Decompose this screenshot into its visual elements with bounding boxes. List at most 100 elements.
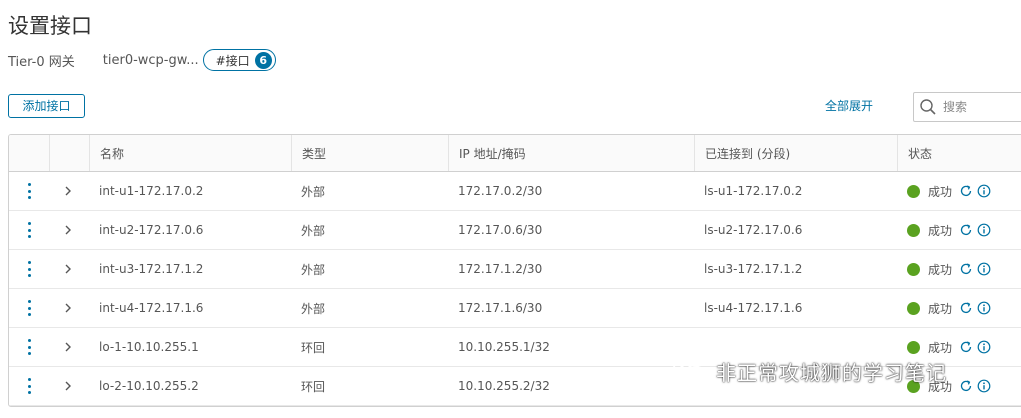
column-header-type[interactable]: 类型 xyxy=(291,135,448,171)
table-row[interactable]: int-u4-172.17.1.6 外部 172.17.1.6/30 ls-u4… xyxy=(9,289,1021,328)
row-menu-cell xyxy=(9,300,49,316)
table-row[interactable]: int-u2-172.17.0.6 外部 172.17.0.6/30 ls-u2… xyxy=(9,211,1021,250)
refresh-icon[interactable] xyxy=(959,301,973,315)
cell-ip: 172.17.0.6/30 xyxy=(458,223,543,237)
table-row[interactable]: int-u1-172.17.0.2 外部 172.17.0.2/30 ls-u1… xyxy=(9,172,1021,211)
refresh-icon[interactable] xyxy=(959,379,973,393)
row-expand-cell xyxy=(49,263,89,275)
status-success-dot xyxy=(907,223,920,237)
table-row[interactable]: int-u3-172.17.1.2 外部 172.17.1.2/30 ls-u3… xyxy=(9,250,1021,289)
cell-ip: 10.10.255.2/32 xyxy=(458,379,550,393)
cell-connected: ls-u1-172.17.0.2 xyxy=(704,184,803,198)
chevron-right-icon[interactable] xyxy=(63,185,73,197)
row-menu-cell xyxy=(9,339,49,355)
watermark-text: 非正常攻城狮的学习笔记 xyxy=(716,360,947,385)
row-expand-cell xyxy=(49,341,89,353)
status-success-dot xyxy=(907,301,920,315)
column-header-connected[interactable]: 已连接到 (分段) xyxy=(694,135,897,171)
status-text: 成功 xyxy=(928,223,953,238)
page-title: 设置接口 xyxy=(8,14,92,38)
status-success-dot xyxy=(907,340,920,354)
kebab-icon[interactable] xyxy=(27,378,31,394)
kebab-icon[interactable] xyxy=(27,300,31,316)
status-text: 成功 xyxy=(928,262,953,277)
wechat-logo-icon xyxy=(673,357,707,384)
cell-status: 成功 xyxy=(897,300,1021,317)
cell-connected: ls-u2-172.17.0.6 xyxy=(704,223,803,237)
gateway-name: tier0-wcp-gw... xyxy=(102,52,199,68)
interfaces-count-badge: 6 xyxy=(254,51,272,69)
search-box[interactable] xyxy=(913,92,1021,122)
kebab-icon[interactable] xyxy=(27,222,31,238)
row-expand-cell xyxy=(49,302,89,314)
column-header-ip[interactable]: IP 地址/掩码 xyxy=(448,135,694,171)
row-menu-cell xyxy=(9,378,49,394)
status-success-dot xyxy=(907,262,920,276)
cell-ip: 172.17.1.2/30 xyxy=(458,262,543,276)
cell-type: 外部 xyxy=(301,184,326,199)
cell-status: 成功 xyxy=(897,261,1021,278)
row-menu-cell xyxy=(9,261,49,277)
info-icon[interactable] xyxy=(977,184,991,198)
row-expand-cell xyxy=(49,224,89,236)
chevron-right-icon[interactable] xyxy=(63,302,73,314)
cell-type: 环回 xyxy=(301,379,326,394)
search-icon xyxy=(920,99,936,115)
kebab-icon[interactable] xyxy=(27,183,31,199)
cell-type: 外部 xyxy=(301,223,326,238)
cell-type: 环回 xyxy=(301,340,326,355)
cell-name: int-u3-172.17.1.2 xyxy=(99,262,204,276)
add-interface-button[interactable]: 添加接口 xyxy=(8,94,85,118)
refresh-icon[interactable] xyxy=(959,223,973,237)
row-expand-cell xyxy=(49,380,89,392)
info-icon[interactable] xyxy=(977,301,991,315)
cell-name: int-u1-172.17.0.2 xyxy=(99,184,204,198)
column-header-status[interactable]: 状态 xyxy=(897,135,1021,171)
cell-status: 成功 xyxy=(897,339,1021,356)
interfaces-count-label: #接口 xyxy=(215,53,250,68)
info-icon[interactable] xyxy=(977,379,991,393)
cell-name: int-u2-172.17.0.6 xyxy=(99,223,204,237)
info-icon[interactable] xyxy=(977,223,991,237)
cell-name: lo-1-10.10.255.1 xyxy=(99,340,199,354)
status-text: 成功 xyxy=(928,340,953,355)
refresh-icon[interactable] xyxy=(959,184,973,198)
row-menu-cell xyxy=(9,183,49,199)
gateway-type-label: Tier-0 网关 xyxy=(8,54,75,70)
interfaces-count-pill[interactable]: #接口 6 xyxy=(202,49,276,71)
cell-status: 成功 xyxy=(897,183,1021,200)
chevron-right-icon[interactable] xyxy=(63,380,73,392)
expand-all-link[interactable]: 全部展开 xyxy=(825,97,873,114)
chevron-right-icon[interactable] xyxy=(63,263,73,275)
search-input[interactable] xyxy=(943,100,1021,114)
kebab-icon[interactable] xyxy=(27,339,31,355)
cell-connected: ls-u3-172.17.1.2 xyxy=(704,262,803,276)
table-header: 名称 类型 IP 地址/掩码 已连接到 (分段) 状态 xyxy=(9,135,1021,172)
kebab-icon[interactable] xyxy=(27,261,31,277)
chevron-right-icon[interactable] xyxy=(63,224,73,236)
cell-name: int-u4-172.17.1.6 xyxy=(99,301,204,315)
info-icon[interactable] xyxy=(977,340,991,354)
header-expand-spacer xyxy=(49,135,89,171)
row-expand-cell xyxy=(49,185,89,197)
cell-status: 成功 xyxy=(897,222,1021,239)
status-text: 成功 xyxy=(928,184,953,199)
cell-ip: 172.17.0.2/30 xyxy=(458,184,543,198)
row-menu-cell xyxy=(9,222,49,238)
header-actions-spacer xyxy=(9,135,49,171)
refresh-icon[interactable] xyxy=(959,340,973,354)
watermark: 非正常攻城狮的学习笔记 xyxy=(672,356,947,386)
gateway-info: Tier-0 网关 tier0-wcp-gw... #接口 6 xyxy=(8,49,276,71)
column-header-name[interactable]: 名称 xyxy=(89,135,291,171)
chevron-right-icon[interactable] xyxy=(63,341,73,353)
cell-ip: 10.10.255.1/32 xyxy=(458,340,550,354)
info-icon[interactable] xyxy=(977,262,991,276)
cell-connected: ls-u4-172.17.1.6 xyxy=(704,301,803,315)
status-success-dot xyxy=(907,184,920,198)
status-text: 成功 xyxy=(928,301,953,316)
cell-type: 外部 xyxy=(301,262,326,277)
refresh-icon[interactable] xyxy=(959,262,973,276)
cell-type: 外部 xyxy=(301,301,326,316)
cell-ip: 172.17.1.6/30 xyxy=(458,301,543,315)
cell-name: lo-2-10.10.255.2 xyxy=(99,379,199,393)
